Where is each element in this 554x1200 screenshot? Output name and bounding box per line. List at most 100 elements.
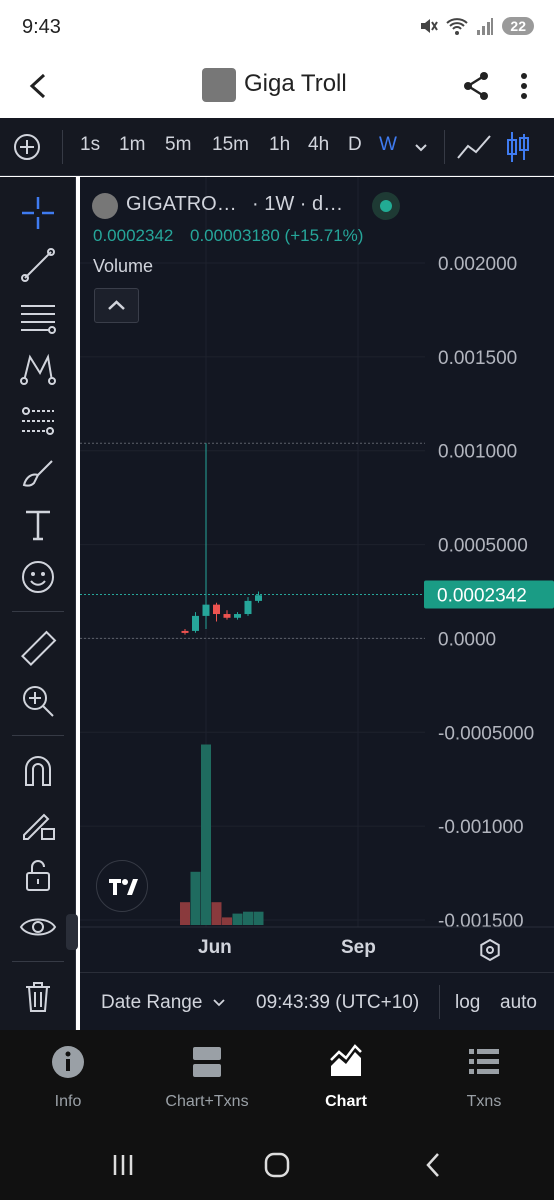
price-change-text: 0.00003180 (+15.71%) [190,226,364,245]
eye-icon[interactable] [18,907,58,947]
candle-body [234,614,241,618]
timeframe-W[interactable]: W [379,134,397,156]
y-tick-label: 0.0000 [438,629,496,650]
ruler-icon[interactable] [18,629,58,669]
battery-badge: 22 [502,17,534,35]
chevron-down-icon[interactable] [212,995,226,1009]
status-icons: 22 [418,16,534,36]
nav-chart-txns[interactable]: Chart+Txns [152,1044,262,1111]
volume-bar [232,913,243,925]
signal-icon [477,18,494,35]
chart-toolbar: 1s 1m 5m 15m 1h 4h D W [0,118,554,176]
lock-drawing-icon[interactable] [18,803,58,843]
back-icon[interactable] [422,1151,444,1179]
pattern-icon[interactable] [18,349,58,389]
chevron-up-icon [108,300,125,310]
chart-panel[interactable]: 0.002000 0.001500 0.001000 0.0005000 0.0000 -… [80,177,554,972]
nav-label: Txns [466,1093,502,1110]
split-icon [193,1047,221,1077]
collapse-legend-button[interactable] [94,288,139,323]
brush-icon[interactable] [18,453,58,493]
x-label-jun: Jun [198,937,232,958]
mute-icon [421,19,439,33]
divider [62,130,63,164]
chart-settings-icon[interactable] [478,938,502,962]
volume-bar [211,902,222,925]
unlock-icon[interactable] [18,855,58,895]
interval-label: · 1W · d… [252,193,344,215]
candle-body [223,614,231,618]
timeframe-1m[interactable]: 1m [119,134,145,156]
candle-body [255,595,262,601]
drawing-toolbar [0,177,78,1030]
tradingview-logo[interactable] [96,860,148,912]
volume-bar [201,744,211,925]
volume-legend: Volume [93,256,154,276]
clock-time[interactable]: 09:43:39 (UTC+10) [256,992,419,1014]
timeframe-4h[interactable]: 4h [308,134,329,156]
nav-txns[interactable]: Txns [429,1044,539,1111]
volume-bar [180,902,190,925]
timeframe-1s[interactable]: 1s [80,134,100,156]
auto-toggle[interactable]: auto [500,992,537,1014]
log-toggle[interactable]: log [455,992,480,1014]
list-icon [469,1049,499,1074]
timeframe-15m[interactable]: 15m [212,134,249,156]
candles-icon[interactable] [504,130,532,164]
divider [444,130,445,164]
market-status-indicator [372,192,400,220]
collapse-toolbar-handle[interactable] [66,914,78,950]
symbol-logo [92,193,118,219]
volume-bar [243,911,253,925]
magnet-icon[interactable] [18,751,58,791]
chevron-down-icon[interactable] [412,138,430,156]
nav-label: Chart [325,1093,367,1110]
fib-lines-icon[interactable] [18,297,58,337]
token-logo [202,68,236,102]
timeframe-5m[interactable]: 5m [165,134,191,156]
chart-bottom-bar: Date Range 09:43:39 (UTC+10) log auto [80,972,554,1030]
prediction-icon[interactable] [18,401,58,441]
y-tick-label: 0.001000 [438,442,517,463]
more-vert-icon[interactable] [514,70,534,102]
status-bar: 9:43 22 [0,0,554,56]
y-tick-label: -0.001000 [438,817,524,838]
symbol-name[interactable]: GIGATRO… [126,193,237,216]
y-tick-label: -0.0005000 [438,723,534,744]
zoom-in-icon[interactable] [18,681,58,721]
y-tick-label: 0.001500 [438,348,517,369]
candle-body [213,604,220,615]
info-icon [52,1046,84,1078]
back-arrow-icon[interactable] [26,72,50,100]
tv-logo-icon [109,879,138,895]
last-price-tag-label: 0.0002342 [437,585,527,606]
y-tick-label: 0.002000 [438,254,517,275]
line-chart-icon[interactable] [456,132,492,162]
last-price-text: 0.0002342 [93,226,174,245]
y-tick-label: -0.001500 [438,911,524,932]
recents-icon[interactable] [110,1152,136,1178]
wifi-icon [446,18,469,35]
trash-icon[interactable] [18,977,58,1017]
timeframe-D[interactable]: D [348,134,362,156]
divider [439,985,440,1019]
nav-chart[interactable]: Chart [291,1044,401,1111]
date-range-button[interactable]: Date Range [101,992,202,1014]
volume-bar [253,911,264,925]
chart-icon [330,1044,362,1076]
timeframe-1h[interactable]: 1h [269,134,290,156]
candle-body [244,600,252,615]
candle-body [181,630,189,633]
nav-info[interactable]: Info [13,1044,123,1111]
home-icon[interactable] [263,1151,291,1179]
share-icon[interactable] [460,70,492,102]
emoji-icon[interactable] [18,557,58,597]
crosshair-icon[interactable] [18,193,58,233]
bottom-nav: Info Chart+Txns Chart Txns [0,1030,554,1130]
price-chart-svg[interactable]: 0.002000 0.001500 0.001000 0.0005000 0.0000 -… [80,177,554,972]
candle-body [202,604,210,616]
add-indicator-icon[interactable] [12,132,42,162]
volume-bar [190,871,201,925]
trend-line-icon[interactable] [18,245,58,285]
text-icon[interactable] [18,505,58,545]
